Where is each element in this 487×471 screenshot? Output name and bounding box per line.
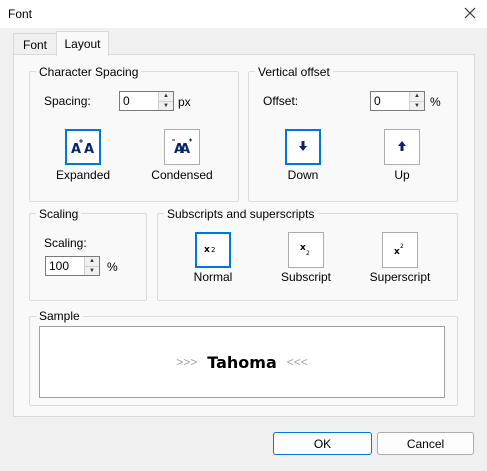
vertical-offset-title: Vertical offset [255,65,333,79]
superscript-label: Superscript [369,270,431,284]
offset-value[interactable]: 0 [371,92,409,110]
up-button[interactable] [384,129,420,165]
scaling-title: Scaling [36,207,82,221]
window-title: Font [8,7,33,21]
superscript-button[interactable]: x 2 [382,232,418,268]
scaling-down-arrow-icon[interactable]: ▼ [85,265,99,275]
tab-layout[interactable]: Layout [56,31,109,56]
spacing-down-arrow-icon[interactable]: ▼ [159,100,173,110]
up-label: Up [394,168,410,182]
offset-up-arrow-icon[interactable]: ▲ [410,92,424,101]
arrow-down-icon [296,139,310,156]
svg-text:A: A [180,142,190,156]
spacing-value[interactable]: 0 [120,92,158,110]
spacing-label: Spacing: [44,94,91,108]
expanded-button[interactable]: A A [65,129,101,165]
svg-text:x: x [204,245,210,255]
subscript-label: Subscript [280,270,332,284]
ok-button[interactable]: OK [273,432,372,455]
character-spacing-title: Character Spacing [36,65,142,79]
close-icon [464,7,476,22]
offset-unit: % [430,95,441,109]
superscript-icon: x 2 [390,241,410,260]
tab-font[interactable]: Font [13,33,56,55]
sample-left-marker: >>> [176,355,198,369]
svg-text:2: 2 [211,246,215,254]
offset-down-arrow-icon[interactable]: ▼ [410,100,424,110]
sample-right-marker: <<< [286,355,308,369]
vertical-offset-group [248,71,458,202]
subscripts-title: Subscripts and superscripts [164,207,318,221]
normal-label: Normal [193,270,233,284]
normal-script-icon: x 2 [203,242,223,259]
down-label: Down [287,168,319,182]
svg-text:2: 2 [306,250,310,257]
scaling-spinner[interactable]: 100 ▲ ▼ [45,256,100,276]
title-bar [0,0,487,28]
sample-preview: >>> Tahoma <<< [39,326,445,398]
arrow-up-icon [395,139,409,156]
down-button[interactable] [285,129,321,165]
condensed-label: Condensed [151,168,213,182]
condensed-button[interactable]: A A [164,129,200,165]
scaling-value[interactable]: 100 [46,257,84,275]
svg-text:2: 2 [400,243,404,250]
close-button[interactable] [453,0,487,28]
expanded-label: Expanded [56,168,111,182]
svg-text:A: A [84,142,94,156]
cancel-button[interactable]: Cancel [377,432,474,455]
subscript-button[interactable]: x 2 [288,232,324,268]
offset-label: Offset: [263,94,299,108]
scaling-unit: % [107,260,118,274]
offset-spinner[interactable]: 0 ▲ ▼ [370,91,425,111]
expanded-icon: A A [71,136,95,159]
sample-text: Tahoma [207,352,277,372]
svg-text:A: A [71,142,81,156]
sample-title: Sample [36,309,83,323]
spacing-up-arrow-icon[interactable]: ▲ [159,92,173,101]
spacing-spinner[interactable]: 0 ▲ ▼ [119,91,174,111]
normal-button[interactable]: x 2 [195,232,231,268]
scaling-label: Scaling: [44,236,87,250]
spacing-unit: px [178,95,191,109]
scaling-up-arrow-icon[interactable]: ▲ [85,257,99,266]
condensed-icon: A A [170,136,194,159]
subscript-icon: x 2 [296,241,316,260]
